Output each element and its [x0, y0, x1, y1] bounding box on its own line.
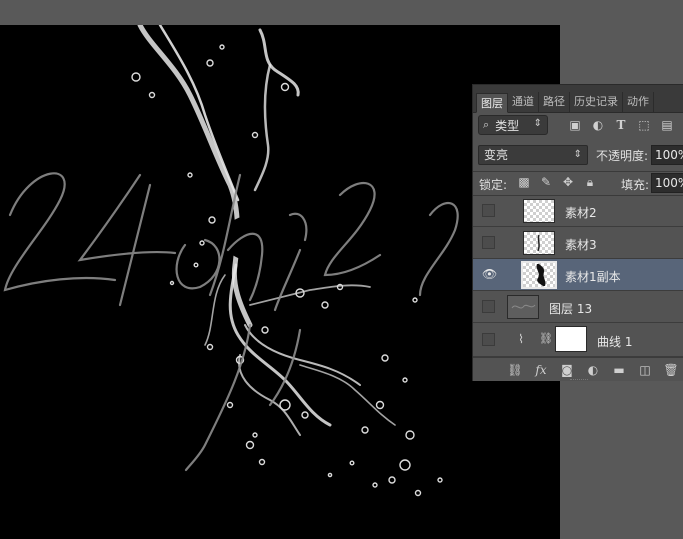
- lock-all-icon[interactable]: 🔒︎: [583, 175, 597, 189]
- layer-row[interactable]: 图层 13: [473, 291, 683, 323]
- resize-grip[interactable]: [570, 379, 588, 381]
- dropdown-arrow-icon: ⇕: [573, 149, 582, 160]
- adjustment-filter-icon[interactable]: ◐: [591, 118, 605, 132]
- layers-bottom-bar: ⛓︎ fx ◙ ◐ ▬ ◫ 🗑︎: [473, 357, 683, 381]
- visibility-toggle[interactable]: [482, 333, 495, 346]
- lock-label: 锁定:: [479, 178, 508, 192]
- eye-icon[interactable]: 👁︎: [482, 268, 497, 281]
- tab-layers[interactable]: 图层: [476, 93, 508, 113]
- layer-thumbnail: [507, 295, 539, 319]
- layer-filter-select[interactable]: ⌕ 类型 ⇕: [478, 115, 548, 135]
- filter-label: 类型: [495, 118, 520, 133]
- link-icon[interactable]: ⛓︎: [507, 362, 523, 378]
- mask-icon[interactable]: ◙: [559, 362, 575, 378]
- layer-name: 素材3: [565, 238, 597, 252]
- layer-thumbnail: [521, 261, 557, 289]
- tab-actions[interactable]: 动作: [623, 92, 654, 112]
- blend-mode-select[interactable]: 变亮 ⇕: [478, 145, 588, 165]
- new-layer-icon[interactable]: ◫: [637, 362, 653, 378]
- photoshop-workspace: 图层 通道 路径 历史记录 动作 ⌕ 类型 ⇕ ▣ ◐ T ⬚ ▤ 变亮 ⇕ 不…: [0, 0, 683, 539]
- layer-mask-thumbnail: [555, 326, 587, 352]
- layer-name: 图层 13: [549, 302, 593, 316]
- trash-icon[interactable]: 🗑︎: [663, 362, 679, 378]
- layer-name: 素材1副本: [565, 270, 621, 284]
- shape-filter-icon[interactable]: ⬚: [637, 118, 651, 132]
- layer-row[interactable]: 素材2: [473, 195, 683, 227]
- dropdown-arrow-icon: ⇕: [533, 118, 542, 129]
- visibility-toggle[interactable]: [482, 204, 495, 217]
- blend-mode-value: 变亮: [484, 148, 509, 162]
- layers-panel: 图层 通道 路径 历史记录 动作 ⌕ 类型 ⇕ ▣ ◐ T ⬚ ▤ 变亮 ⇕ 不…: [472, 84, 683, 381]
- layer-row[interactable]: 素材3: [473, 227, 683, 259]
- image-filter-icon[interactable]: ▣: [568, 118, 582, 132]
- visibility-toggle[interactable]: [482, 236, 495, 249]
- layer-name: 曲线 1: [597, 335, 633, 349]
- fx-icon[interactable]: fx: [533, 362, 549, 378]
- visibility-toggle[interactable]: [482, 300, 495, 313]
- layer-row[interactable]: ⌇ ⛓︎ 曲线 1: [473, 323, 683, 357]
- fill-label: 填充:: [621, 178, 650, 192]
- chain-icon[interactable]: ⛓︎: [539, 332, 553, 346]
- curves-icon: ⌇: [518, 332, 524, 346]
- layer-thumbnail: [523, 231, 555, 255]
- lock-paint-icon[interactable]: ✎: [539, 175, 553, 189]
- tab-channels[interactable]: 通道: [508, 92, 539, 112]
- panel-divider: [473, 171, 683, 172]
- type-filter-icon[interactable]: T: [614, 118, 628, 132]
- fill-input[interactable]: 100%: [651, 173, 683, 193]
- opacity-label: 不透明度:: [596, 149, 649, 163]
- search-icon: ⌕: [483, 118, 490, 131]
- adjustment-icon[interactable]: ◐: [585, 362, 601, 378]
- lock-transparent-icon[interactable]: ▩: [517, 175, 531, 189]
- panel-tabs: 图层 通道 路径 历史记录 动作: [473, 85, 683, 113]
- layer-name: 素材2: [565, 206, 597, 220]
- folder-icon[interactable]: ▬: [611, 362, 627, 378]
- tab-history[interactable]: 历史记录: [570, 92, 623, 112]
- smart-object-filter-icon[interactable]: ▤: [660, 118, 674, 132]
- layer-row-selected[interactable]: 👁︎ 素材1副本: [473, 259, 683, 291]
- lock-move-icon[interactable]: ✥: [561, 175, 575, 189]
- layer-thumbnail: [523, 199, 555, 223]
- tab-paths[interactable]: 路径: [539, 92, 570, 112]
- opacity-input[interactable]: 100%: [651, 145, 683, 165]
